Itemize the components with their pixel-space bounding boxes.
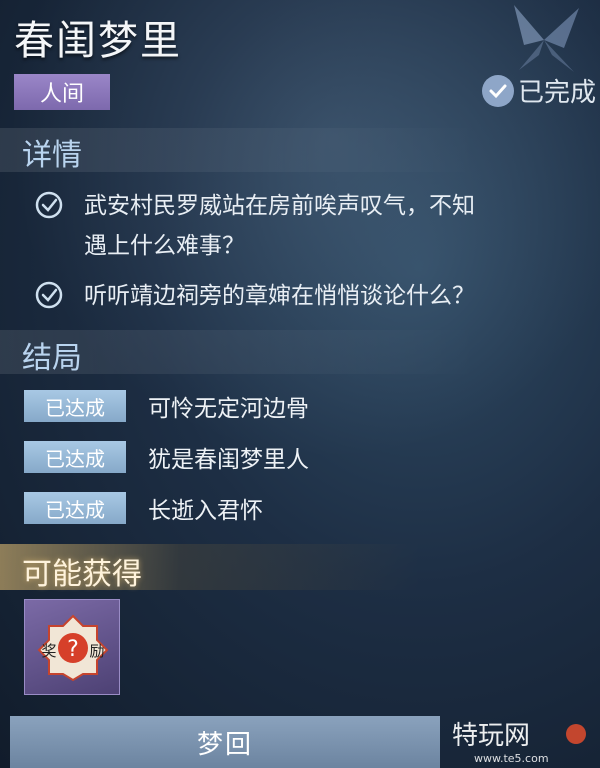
status-label: 已完成 — [517, 78, 596, 108]
quest-title: 春闺梦里 — [14, 18, 182, 64]
detail-text: 武安村民罗威站在房前唉声叹气，不知 遇上什么难事？ — [84, 193, 475, 259]
achieved-badge: 已达成 — [24, 492, 126, 524]
detail-text: 听听靖边祠旁的章婶在悄悄谈论什么？ — [84, 283, 475, 309]
reward-label-right: 励 — [89, 642, 104, 660]
endings-heading: 结局 — [22, 341, 82, 376]
detail-item: 听听靖边祠旁的章婶在悄悄谈论什么？ — [34, 276, 600, 316]
ending-item: 已达成 犹是春闺梦里人 — [24, 440, 309, 474]
details-header-band — [0, 128, 600, 172]
reward-item[interactable]: ? 奖 励 — [24, 599, 120, 695]
achieved-badge: 已达成 — [24, 390, 126, 422]
dream-return-label: 梦回 — [196, 729, 253, 760]
check-circle-icon — [35, 281, 63, 309]
ending-text: 可怜无定河边骨 — [148, 396, 309, 422]
svg-text:?: ? — [67, 637, 79, 662]
ending-text: 长逝入君怀 — [148, 498, 263, 524]
quest-status: 已完成 — [481, 72, 596, 109]
checkmark-icon — [481, 74, 514, 107]
detail-item: 武安村民罗威站在房前唉声叹气，不知 遇上什么难事？ — [34, 186, 600, 266]
quest-category-tag: 人间 — [14, 74, 110, 110]
check-circle-icon — [35, 191, 63, 219]
ending-text: 犹是春闺梦里人 — [148, 447, 309, 473]
ending-item: 已达成 可怜无定河边骨 — [24, 389, 309, 423]
dream-return-button[interactable]: 梦回 — [10, 716, 440, 768]
reward-label-left: 奖 — [41, 642, 56, 660]
svg-text:特玩网: 特玩网 — [452, 721, 530, 751]
svg-text:www.te5.com: www.te5.com — [474, 752, 549, 765]
ending-item: 已达成 长逝入君怀 — [24, 491, 263, 525]
rewards-heading: 可能获得 — [22, 557, 142, 592]
butterfly-decoration-icon — [514, 5, 579, 72]
reward-icon: ? 奖 励 — [37, 614, 109, 682]
details-heading: 详情 — [22, 138, 82, 173]
endings-header-band — [0, 330, 600, 374]
site-watermark-logo: 特玩网 www.te5.com — [452, 721, 586, 765]
achieved-badge: 已达成 — [24, 441, 126, 473]
